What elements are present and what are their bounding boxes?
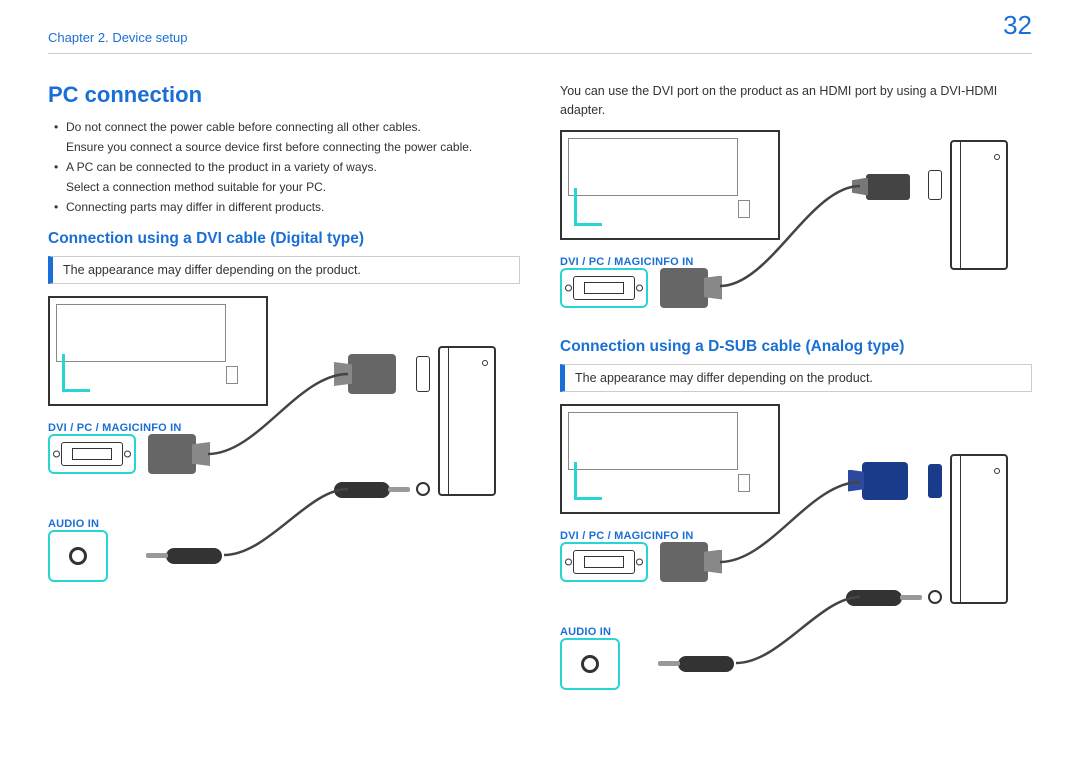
cable-line [218, 481, 358, 571]
pc-dvi-port [416, 356, 430, 392]
bullet-item: A PC can be connected to the product in … [54, 158, 520, 176]
dvi-plug-icon [148, 434, 196, 474]
port-label-dvi: DVI / PC / MAGICINFO IN [48, 422, 182, 434]
subheading-dsub-cable: Connection using a D-SUB cable (Analog t… [560, 338, 1032, 356]
dvi-port-highlight [560, 542, 648, 582]
hdmi-plug-icon [866, 174, 910, 200]
audio-jack-icon [581, 655, 599, 673]
dvi-connector-icon [573, 276, 635, 300]
section-title-pc-connection: PC connection [48, 82, 520, 108]
audio-port-highlight [48, 530, 108, 582]
bullet-item: Do not connect the power cable before co… [54, 118, 520, 136]
pc-vga-port [928, 464, 942, 498]
intro-text: You can use the DVI port on the product … [560, 82, 1032, 120]
divider [48, 53, 1032, 54]
diagram-dvi-hdmi: DVI / PC / MAGICINFO IN [560, 130, 1032, 330]
port-label-dvi: DVI / PC / MAGICINFO IN [560, 256, 694, 268]
port-label-audio: AUDIO IN [48, 518, 99, 530]
pc-hdmi-port [928, 170, 942, 200]
cable-line [710, 474, 870, 584]
dvi-connector-icon [573, 550, 635, 574]
bullet-item: Connecting parts may differ in different… [54, 198, 520, 216]
cable-line [730, 589, 870, 679]
cable-line [710, 178, 870, 293]
subheading-dvi-cable: Connection using a DVI cable (Digital ty… [48, 230, 520, 248]
bullet-item: Ensure you connect a source device first… [54, 138, 520, 156]
port-label-dvi: DVI / PC / MAGICINFO IN [560, 530, 694, 542]
pc-audio-port [928, 590, 942, 604]
port-label-audio: AUDIO IN [560, 626, 611, 638]
right-column: You can use the DVI port on the product … [560, 82, 1032, 684]
pc-audio-port [416, 482, 430, 496]
dvi-connector-icon [61, 442, 123, 466]
diagram-dsub: DVI / PC / MAGICINFO IN AUDIO IN [560, 404, 1032, 684]
pc-tower [950, 140, 1008, 270]
diagram-dvi-connection: DVI / PC / MAGICINFO IN AUDIO IN [48, 296, 520, 576]
audio-jack-icon [69, 547, 87, 565]
audio-plug-icon [166, 548, 222, 564]
note-box: The appearance may differ depending on t… [560, 364, 1032, 392]
audio-plug-icon [678, 656, 734, 672]
dvi-plug-icon [660, 542, 708, 582]
dvi-plug-icon [660, 268, 708, 308]
page-number: 32 [1003, 10, 1032, 41]
cable-line [198, 366, 358, 476]
pc-tower [950, 454, 1008, 604]
dvi-port-highlight [48, 434, 136, 474]
bullet-item: Select a connection method suitable for … [54, 178, 520, 196]
bullet-list: Do not connect the power cable before co… [54, 118, 520, 216]
left-column: PC connection Do not connect the power c… [48, 82, 520, 684]
chapter-label: Chapter 2. Device setup [48, 30, 187, 45]
audio-port-highlight [560, 638, 620, 690]
note-box: The appearance may differ depending on t… [48, 256, 520, 284]
dvi-port-highlight [560, 268, 648, 308]
pc-tower [438, 346, 496, 496]
